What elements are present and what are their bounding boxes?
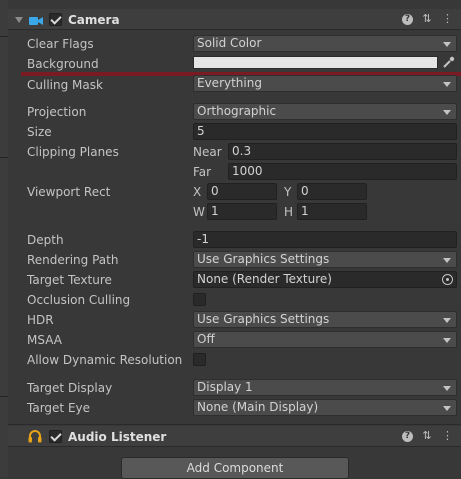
projection-dropdown[interactable]: Orthographic (193, 103, 457, 120)
target-texture-label: Target Texture (27, 273, 112, 287)
dynamic-resolution-checkbox[interactable] (193, 353, 206, 366)
far-field[interactable]: 1000 (228, 163, 457, 180)
foldout-arrow-icon[interactable] (15, 17, 23, 23)
size-label: Size (27, 125, 52, 139)
chevron-down-icon (443, 318, 451, 323)
clipping-planes-label: Clipping Planes (27, 145, 119, 159)
far-label: Far (193, 165, 212, 179)
msaa-value: Off (197, 332, 215, 346)
viewport-w-label: W (193, 205, 205, 219)
target-texture-field[interactable]: None (Render Texture) (193, 271, 457, 288)
rendering-path-value: Use Graphics Settings (197, 252, 330, 266)
clear-flags-dropdown[interactable]: Solid Color (193, 35, 457, 52)
msaa-dropdown[interactable]: Off (193, 331, 457, 348)
rendering-path-dropdown[interactable]: Use Graphics Settings (193, 251, 457, 268)
target-display-value: Display 1 (197, 380, 253, 394)
more-icon[interactable]: ⋮ (442, 430, 453, 442)
viewport-rect-label: Viewport Rect (27, 185, 111, 199)
hdr-label: HDR (27, 313, 54, 327)
occlusion-culling-label: Occlusion Culling (27, 293, 131, 307)
culling-mask-label: Culling Mask (27, 78, 103, 92)
rendering-path-label: Rendering Path (27, 253, 119, 267)
clear-flags-label: Clear Flags (27, 37, 94, 51)
viewport-w-field[interactable]: 1 (207, 203, 277, 220)
viewport-y-label: Y (284, 185, 292, 199)
eyedropper-icon[interactable] (442, 56, 455, 69)
audio-listener-enabled-checkbox[interactable] (49, 430, 62, 443)
chevron-down-icon (443, 110, 451, 115)
viewport-y-field[interactable]: 0 (297, 183, 367, 200)
camera-enabled-checkbox[interactable] (49, 13, 62, 26)
inspector-gutter (0, 0, 8, 477)
camera-icon (29, 15, 43, 25)
help-icon[interactable]: ? (402, 14, 413, 25)
chevron-down-icon (443, 386, 451, 391)
occlusion-culling-checkbox[interactable] (193, 293, 206, 306)
more-icon[interactable]: ⋮ (442, 13, 453, 25)
target-display-dropdown[interactable]: Display 1 (193, 379, 457, 396)
near-label: Near (193, 145, 222, 159)
component-divider (8, 424, 461, 425)
headphones-icon (28, 430, 42, 443)
add-component-button[interactable]: Add Component (121, 457, 349, 479)
gutter-divider (0, 36, 8, 37)
target-texture-value: None (Render Texture) (197, 272, 332, 286)
viewport-h-field[interactable]: 1 (297, 203, 367, 220)
object-picker-icon[interactable] (442, 274, 453, 285)
target-display-label: Target Display (27, 381, 113, 395)
help-icon[interactable]: ? (402, 431, 413, 442)
chevron-down-icon (443, 338, 451, 343)
target-eye-dropdown[interactable]: None (Main Display) (193, 399, 457, 416)
clear-flags-value: Solid Color (197, 36, 262, 50)
background-label: Background (27, 57, 99, 71)
size-field[interactable]: 5 (193, 123, 457, 140)
chevron-down-icon (443, 406, 451, 411)
culling-mask-value: Everything (197, 76, 262, 90)
projection-value: Orthographic (197, 104, 277, 118)
chevron-down-icon (443, 258, 451, 263)
projection-label: Projection (27, 105, 87, 119)
target-eye-label: Target Eye (27, 401, 91, 415)
gutter-divider (0, 396, 8, 397)
culling-mask-dropdown[interactable]: Everything (193, 75, 457, 92)
hdr-dropdown[interactable]: Use Graphics Settings (193, 311, 457, 328)
background-color-swatch[interactable] (193, 56, 438, 69)
target-eye-value: None (Main Display) (197, 400, 319, 414)
depth-field[interactable]: -1 (193, 231, 457, 248)
dynamic-resolution-label: Allow Dynamic Resolution (27, 353, 183, 367)
depth-label: Depth (27, 233, 64, 247)
gutter-divider (0, 157, 8, 158)
msaa-label: MSAA (27, 333, 62, 347)
presets-icon[interactable]: ⇅ (421, 430, 433, 442)
presets-icon[interactable]: ⇅ (421, 13, 433, 25)
viewport-h-label: H (284, 205, 294, 219)
chevron-down-icon (443, 82, 451, 87)
audio-listener-title: Audio Listener (68, 430, 167, 444)
viewport-x-field[interactable]: 0 (207, 183, 277, 200)
viewport-x-label: X (193, 185, 202, 199)
hdr-value: Use Graphics Settings (197, 312, 330, 326)
chevron-down-icon (443, 42, 451, 47)
camera-title: Camera (68, 13, 120, 27)
near-field[interactable]: 0.3 (228, 143, 457, 160)
